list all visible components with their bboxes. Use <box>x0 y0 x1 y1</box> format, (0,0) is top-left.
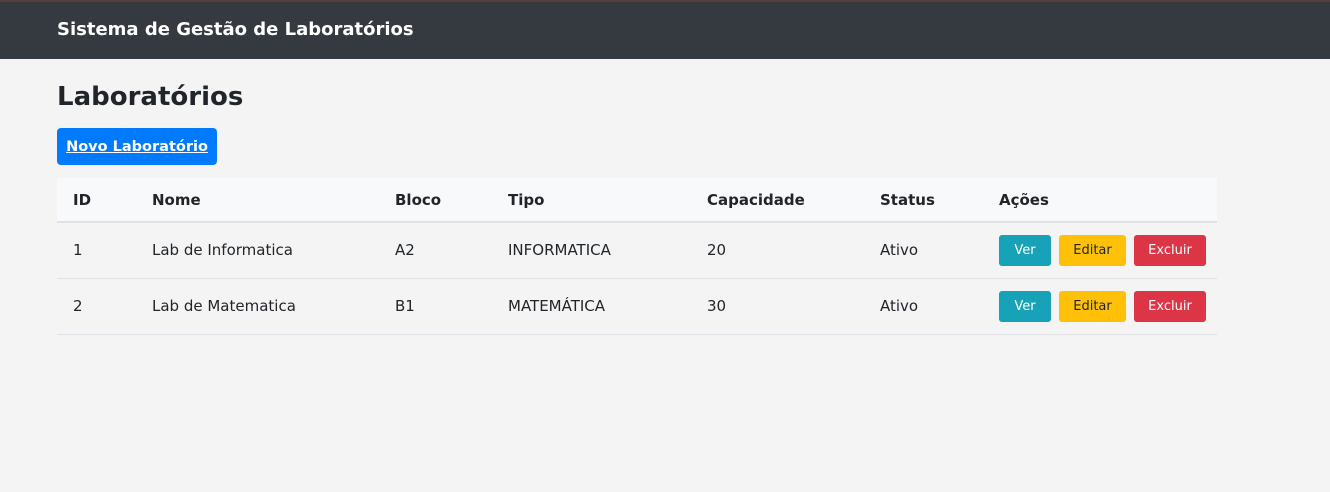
cell-name: Lab de Matematica <box>136 278 379 335</box>
header-id: ID <box>57 178 136 223</box>
header-type: Tipo <box>492 178 691 223</box>
cell-status: Ativo <box>864 278 983 335</box>
header-status: Status <box>864 178 983 223</box>
edit-button[interactable]: Editar <box>1059 290 1126 322</box>
table-header-row: ID Nome Bloco Tipo Capacidade Status Açõ… <box>57 178 1217 223</box>
table-body: 1 Lab de Informatica A2 INFORMATICA 20 A… <box>57 222 1217 335</box>
laboratories-table: ID Nome Bloco Tipo Capacidade Status Açõ… <box>57 178 1217 335</box>
cell-type: INFORMATICA <box>492 222 691 279</box>
cell-id: 2 <box>57 278 136 335</box>
cell-block: B1 <box>379 278 492 335</box>
cell-actions: Ver Editar Excluir <box>983 278 1217 335</box>
table-header: ID Nome Bloco Tipo Capacidade Status Açõ… <box>57 178 1217 223</box>
cell-status: Ativo <box>864 222 983 279</box>
cell-name: Lab de Informatica <box>136 222 379 279</box>
new-laboratory-button[interactable]: Novo Laboratório <box>57 128 217 165</box>
header-actions: Ações <box>983 178 1217 223</box>
view-button[interactable]: Ver <box>999 234 1051 266</box>
cell-id: 1 <box>57 222 136 279</box>
cell-actions: Ver Editar Excluir <box>983 222 1217 279</box>
edit-button[interactable]: Editar <box>1059 234 1126 266</box>
table-row: 2 Lab de Matematica B1 MATEMÁTICA 30 Ati… <box>57 278 1217 335</box>
cell-capacity: 20 <box>691 222 864 279</box>
cell-block: A2 <box>379 222 492 279</box>
cell-capacity: 30 <box>691 278 864 335</box>
navbar: Sistema de Gestão de Laboratórios <box>0 0 1330 59</box>
navbar-brand[interactable]: Sistema de Gestão de Laboratórios <box>57 19 414 40</box>
header-block: Bloco <box>379 178 492 223</box>
view-button[interactable]: Ver <box>999 290 1051 322</box>
header-capacity: Capacidade <box>691 178 864 223</box>
table-row: 1 Lab de Informatica A2 INFORMATICA 20 A… <box>57 222 1217 279</box>
header-name: Nome <box>136 178 379 223</box>
page-title: Laboratórios <box>57 82 244 112</box>
cell-type: MATEMÁTICA <box>492 278 691 335</box>
delete-button[interactable]: Excluir <box>1134 234 1206 266</box>
delete-button[interactable]: Excluir <box>1134 290 1206 322</box>
